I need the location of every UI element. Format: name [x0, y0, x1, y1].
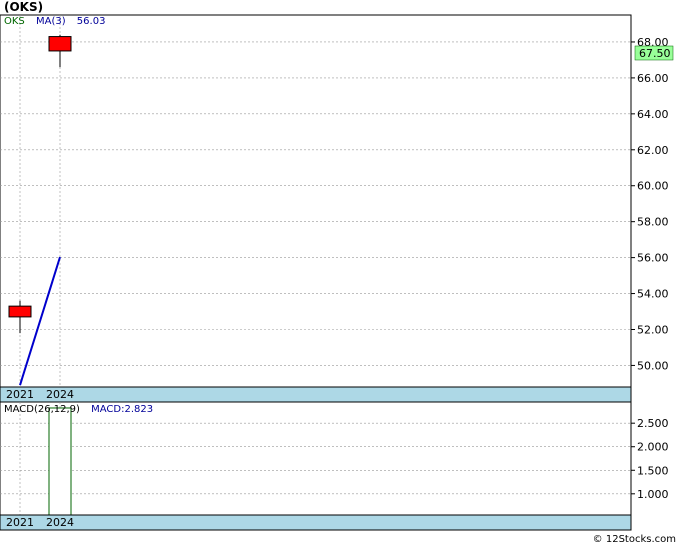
date-label: 2024	[46, 516, 74, 529]
macd-axis-ticks: 1.000 1.500 2.000 2.500	[631, 417, 669, 501]
candle-body	[48, 36, 72, 52]
site-credit: © 12Stocks.com	[593, 534, 676, 545]
chart-title: (OKS)	[4, 0, 43, 14]
macd-legend-label: MACD(26,12,9)	[4, 404, 80, 415]
price-tick-label: 54.00	[637, 288, 669, 301]
date-label: 2021	[6, 388, 34, 401]
date-label: 2024	[46, 388, 74, 401]
macd-date-axis	[0, 514, 632, 531]
price-tick-label: 58.00	[637, 216, 669, 229]
price-tick-label: 62.00	[637, 144, 669, 157]
price-panel	[0, 14, 632, 403]
price-tick-label: 50.00	[637, 359, 669, 372]
candle-body	[8, 305, 32, 318]
svg-text:OKS MA(3) 56.03: OKS MA(3) 56.03	[4, 16, 105, 27]
legend-ma-label: MA(3)	[36, 16, 66, 27]
macd-tick-label: 1.500	[637, 464, 669, 477]
price-axis-ticks: 50.00 52.00 54.00 56.00 58.00 60.00 62.00 64.00…	[631, 36, 669, 372]
macd-marks	[48, 407, 72, 516]
macd-tick-label: 1.000	[637, 488, 669, 501]
date-label: 2021	[6, 516, 34, 529]
macd-tick-label: 2.500	[637, 417, 669, 430]
macd-bar	[48, 407, 72, 516]
price-tick-label: 64.00	[637, 108, 669, 121]
price-tick-label: 66.00	[637, 72, 669, 85]
legend-ticker: OKS	[4, 16, 25, 27]
svg-text:MACD(26,12,9) MACD:2.823: MACD(26,12,9) MACD:2.823	[4, 404, 153, 415]
macd-legend-value: MACD:2.823	[91, 404, 153, 415]
chart-stage: (OKS) 50.00 52.00 54.00 56.00 58.00 60.00 62.0…	[0, 0, 680, 546]
last-price-value: 67.50	[639, 47, 671, 60]
stock-chart: (OKS) 50.00 52.00 54.00 56.00 58.00 60.00 62.0…	[0, 0, 676, 545]
price-tick-label: 52.00	[637, 323, 669, 336]
macd-tick-label: 2.000	[637, 441, 669, 454]
legend-ma-value: 56.03	[77, 16, 106, 27]
price-date-axis	[0, 386, 632, 403]
price-tick-label: 56.00	[637, 252, 669, 265]
macd-panel	[0, 401, 632, 531]
price-tick-label: 60.00	[637, 180, 669, 193]
